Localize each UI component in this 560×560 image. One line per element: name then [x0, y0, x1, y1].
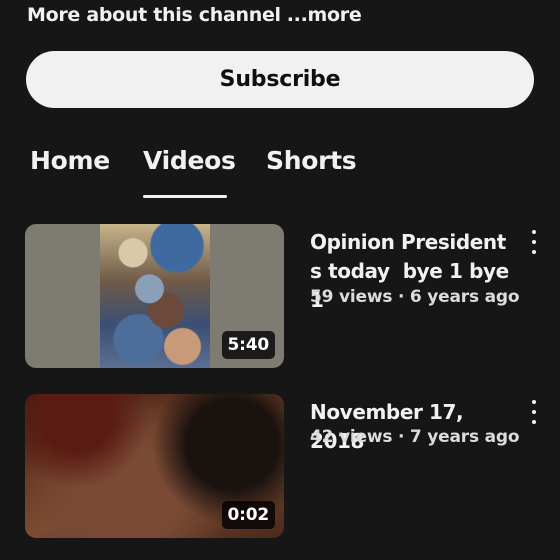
- channel-tabs: Home Videos Shorts: [0, 140, 560, 200]
- video-duration: 5:40: [221, 331, 275, 359]
- more-vertical-icon[interactable]: [524, 230, 544, 254]
- tab-videos[interactable]: Videos: [143, 146, 236, 175]
- channel-about[interactable]: More about this channel ...more: [27, 4, 362, 26]
- subscribe-button[interactable]: Subscribe: [26, 51, 534, 108]
- more-vertical-icon[interactable]: [524, 400, 544, 424]
- video-thumbnail[interactable]: 5:40: [25, 224, 284, 368]
- video-meta: 42 views · 7 years ago: [310, 427, 520, 447]
- video-item[interactable]: 5:40 Opinion President s today bye 1 bye…: [0, 224, 560, 369]
- about-text: More about this channel: [27, 4, 281, 26]
- video-thumbnail[interactable]: 0:02: [25, 394, 284, 538]
- video-meta: 59 views · 6 years ago: [310, 287, 520, 307]
- video-duration: 0:02: [221, 501, 275, 529]
- thumbnail-image: [100, 224, 210, 368]
- tab-selected-indicator: [143, 195, 227, 198]
- video-item[interactable]: 0:02 November 17, 2018 42 views · 7 year…: [0, 394, 560, 539]
- tab-home[interactable]: Home: [30, 146, 110, 175]
- tab-shorts[interactable]: Shorts: [266, 146, 357, 175]
- more-link[interactable]: ...more: [287, 4, 362, 26]
